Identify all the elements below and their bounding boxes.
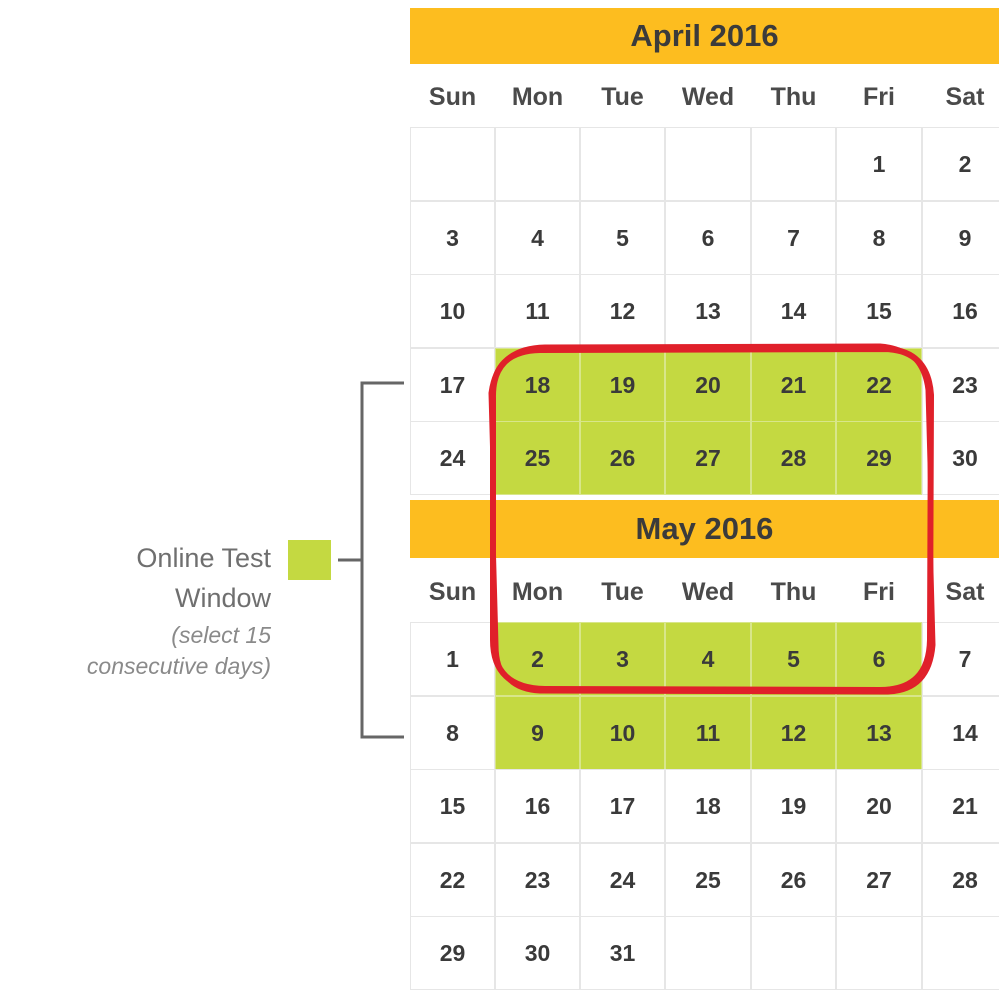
selection-outline	[488, 343, 936, 695]
annotation-overlay	[338, 343, 936, 739]
window-bracket	[338, 381, 404, 739]
